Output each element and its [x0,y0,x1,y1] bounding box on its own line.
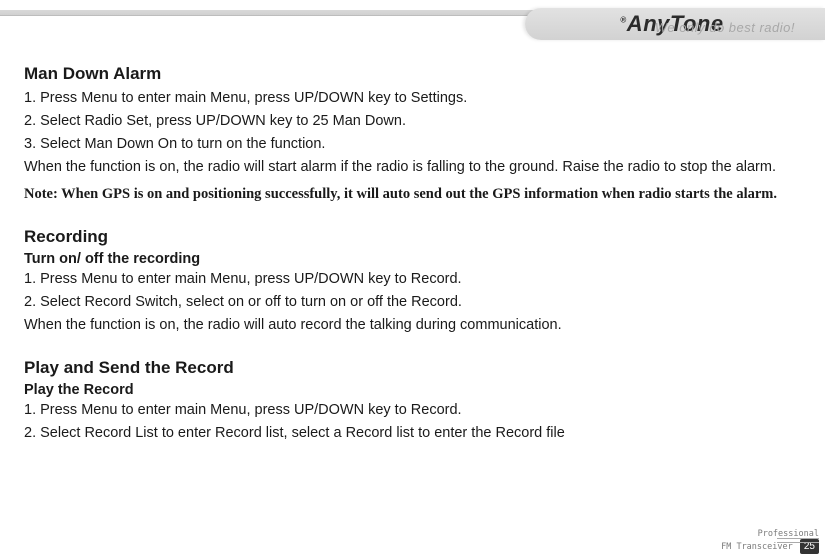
page-footer: Professional FM Transceiver 25 [649,530,819,554]
page-content: Man Down Alarm 1. Press Menu to enter ma… [0,46,825,444]
note-text: Note: When GPS is on and positioning suc… [24,184,795,205]
section-title: Man Down Alarm [24,64,795,84]
section-subtitle: Play the Record [24,382,795,398]
section-title: Recording [24,227,795,247]
footer-rule-icon [777,538,819,543]
body-text: 1. Press Menu to enter main Menu, press … [24,400,795,421]
brand-tagline: We only do best radio! [655,20,795,35]
section-recording: Recording Turn on/ off the recording 1. … [24,227,795,336]
page-header: ○ ®AnyTone We only do best radio! [0,0,825,46]
body-text: 1. Press Menu to enter main Menu, press … [24,88,795,109]
section-subtitle: Turn on/ off the recording [24,251,795,267]
body-text: 3. Select Man Down On to turn on the fun… [24,134,795,155]
section-title: Play and Send the Record [24,358,795,378]
section-man-down: Man Down Alarm 1. Press Menu to enter ma… [24,64,795,205]
body-text: 2. Select Record Switch, select on or of… [24,292,795,313]
body-text: When the function is on, the radio will … [24,157,795,178]
section-play-send: Play and Send the Record Play the Record… [24,358,795,444]
footer-line2: FM Transceiver [721,542,793,552]
body-text: 1. Press Menu to enter main Menu, press … [24,269,795,290]
body-text: When the function is on, the radio will … [24,315,795,336]
body-text: 2. Select Record List to enter Record li… [24,423,795,444]
body-text: 2. Select Radio Set, press UP/DOWN key t… [24,111,795,132]
